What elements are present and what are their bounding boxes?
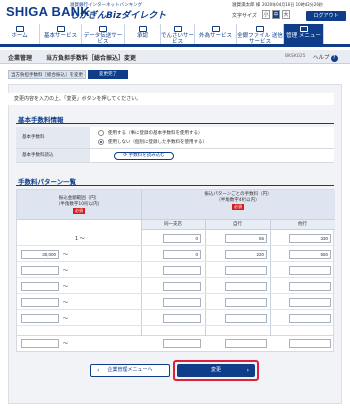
nav-densai[interactable]: でんさいサービス xyxy=(161,24,195,45)
help-icon: ? xyxy=(330,55,338,62)
fee-same-input[interactable] xyxy=(163,282,201,291)
fee-own-input[interactable]: 55 xyxy=(225,234,267,243)
logout-button[interactable]: ログアウト xyxy=(306,11,346,21)
fee-own-input[interactable] xyxy=(225,266,267,275)
fee-other-input[interactable] xyxy=(289,282,331,291)
step-complete: 変更完了 xyxy=(88,70,128,79)
user-name: 滋賀満太郎 様 xyxy=(232,3,261,8)
fee-own-input[interactable] xyxy=(225,339,267,348)
instruction-message: 変更内容を入力の上、「変更」ボタンを押してください。 xyxy=(8,93,334,105)
last-login: 2020年04月16日 10時42分26秒 xyxy=(262,2,323,7)
radio-not-use[interactable] xyxy=(98,139,104,145)
fee-other-input[interactable] xyxy=(289,266,331,275)
fee-same-input[interactable]: 0 xyxy=(163,250,201,259)
col-fee-header: 振込パターンごとの手数料（円） （半角数字4桁以内） 必須 xyxy=(204,192,272,210)
amount-from-input[interactable] xyxy=(21,339,59,348)
fee-same-input[interactable] xyxy=(163,298,201,307)
table-row: 〜 xyxy=(17,310,335,326)
fee-own-input[interactable] xyxy=(225,298,267,307)
fee-other-input[interactable] xyxy=(289,339,331,348)
menu-icon xyxy=(299,26,308,32)
chevron-right-icon: › xyxy=(246,367,249,374)
col-own-bank: 自行 xyxy=(233,222,242,227)
radio-use[interactable] xyxy=(98,130,104,136)
font-size-large-button[interactable]: 大 xyxy=(282,10,290,19)
load-fee-row: 基本手数料読込 ⟳ 手数料を読み込む xyxy=(16,149,334,163)
radio-use-label: 使用する（事に登録の基本手数料を使用する） xyxy=(108,131,203,136)
divider xyxy=(16,185,334,186)
table-row: 30,000 〜 0 220 550 xyxy=(17,246,335,262)
load-fee-label: 基本手数料読込 xyxy=(16,149,90,162)
nav-data-transfer[interactable]: データ伝送サービス xyxy=(82,24,125,45)
nav-zengin-file[interactable]: 全銀ファイル 送信サービス xyxy=(237,24,284,45)
required-badge: 必須 xyxy=(232,204,244,210)
font-size-label: 文字サイズ xyxy=(232,13,257,19)
fee-same-input[interactable] xyxy=(163,339,201,348)
approve-icon xyxy=(138,26,147,32)
step-change: 当方負担手数料［総合振込］を変更 xyxy=(8,70,86,79)
amount-from-input[interactable] xyxy=(21,314,59,323)
fee-pattern-table: 振込金額範囲（円） （半角数字10桁以内） 必須 振込パターンごとの手数料（円）… xyxy=(16,189,335,336)
col-other-bank: 他行 xyxy=(298,222,307,227)
forex-icon xyxy=(211,26,220,32)
amount-from-input[interactable] xyxy=(21,282,59,291)
fee-same-input[interactable]: 0 xyxy=(163,234,201,243)
fee-own-input[interactable] xyxy=(225,282,267,291)
amount-from-input[interactable] xyxy=(21,266,59,275)
fee-other-input[interactable]: 550 xyxy=(289,250,331,259)
densai-icon xyxy=(173,26,182,32)
amount-from-input[interactable] xyxy=(21,298,59,307)
col-same-branch: 同一支店 xyxy=(164,222,182,227)
fee-other-input[interactable]: 330 xyxy=(289,234,331,243)
help-link[interactable]: ヘルプ? xyxy=(313,53,338,62)
section-label: 企業管理 xyxy=(8,55,33,62)
nav-basic-service[interactable]: 基本サービス xyxy=(40,24,82,44)
chevron-left-icon: ‹ xyxy=(97,367,100,374)
page-title: 当方負担手数料［総合振込］変更 xyxy=(46,55,137,62)
fee-other-input[interactable] xyxy=(289,314,331,323)
page-title-bar: 企業管理 当方負担手数料［総合振込］変更 BKSK025 ヘルプ? xyxy=(0,50,350,64)
table-row: 〜 xyxy=(16,336,334,352)
nav-admin-menu[interactable]: 管理 メニュー xyxy=(284,24,324,44)
fee-same-input[interactable] xyxy=(163,314,201,323)
nav-forex[interactable]: 外為サービス xyxy=(195,24,237,44)
required-badge: 必須 xyxy=(73,208,85,214)
back-to-admin-menu-button[interactable]: ‹ 企業管理メニューへ xyxy=(90,364,170,377)
home-icon xyxy=(15,26,24,32)
font-size-medium-button[interactable]: 中 xyxy=(272,10,280,19)
table-row: 〜 xyxy=(17,294,335,310)
basic-fee-row: 基本手数料 使用する（事に登録の基本手数料を使用する） 使用しない（個別に登録し… xyxy=(16,127,334,149)
screen-code: BKSK025 xyxy=(285,54,306,59)
table-row: 〜 xyxy=(17,278,335,294)
col-amount-header: 振込金額範囲（円） （半角数字10桁以内） 必須 xyxy=(55,196,103,214)
fee-other-input[interactable] xyxy=(289,298,331,307)
table-row: 〜 xyxy=(17,262,335,278)
header: SHIGA BANK 滋賀銀行インターネットバンキング しがぎんBizダイレクト… xyxy=(0,0,350,24)
fee-same-input[interactable] xyxy=(163,266,201,275)
brand-name: しがぎんBizダイレクト xyxy=(70,11,167,21)
file-icon xyxy=(256,26,264,32)
service-icon xyxy=(56,26,65,32)
main-nav: ホーム 基本サービス データ伝送サービス 承認 でんさいサービス 外為サービス … xyxy=(0,24,350,47)
table-row: 1 〜 0 55 330 xyxy=(17,230,335,246)
nav-approve[interactable]: 承認 xyxy=(125,24,161,44)
amount-from-input[interactable]: 30,000 xyxy=(21,250,59,259)
font-size-small-button[interactable]: 小 xyxy=(262,10,270,19)
fee-own-input[interactable] xyxy=(225,314,267,323)
radio-not-use-label: 使用しない（個別に登録した手数料を使用する） xyxy=(108,140,207,145)
basic-fee-label: 基本手数料 xyxy=(16,127,90,148)
data-icon xyxy=(99,26,107,32)
submit-change-button[interactable]: 変更 › xyxy=(177,364,255,377)
load-fee-button[interactable]: ⟳ 手数料を読み込む xyxy=(114,152,174,160)
nav-home[interactable]: ホーム xyxy=(0,24,40,44)
fee-own-input[interactable]: 220 xyxy=(225,250,267,259)
divider xyxy=(16,123,334,124)
